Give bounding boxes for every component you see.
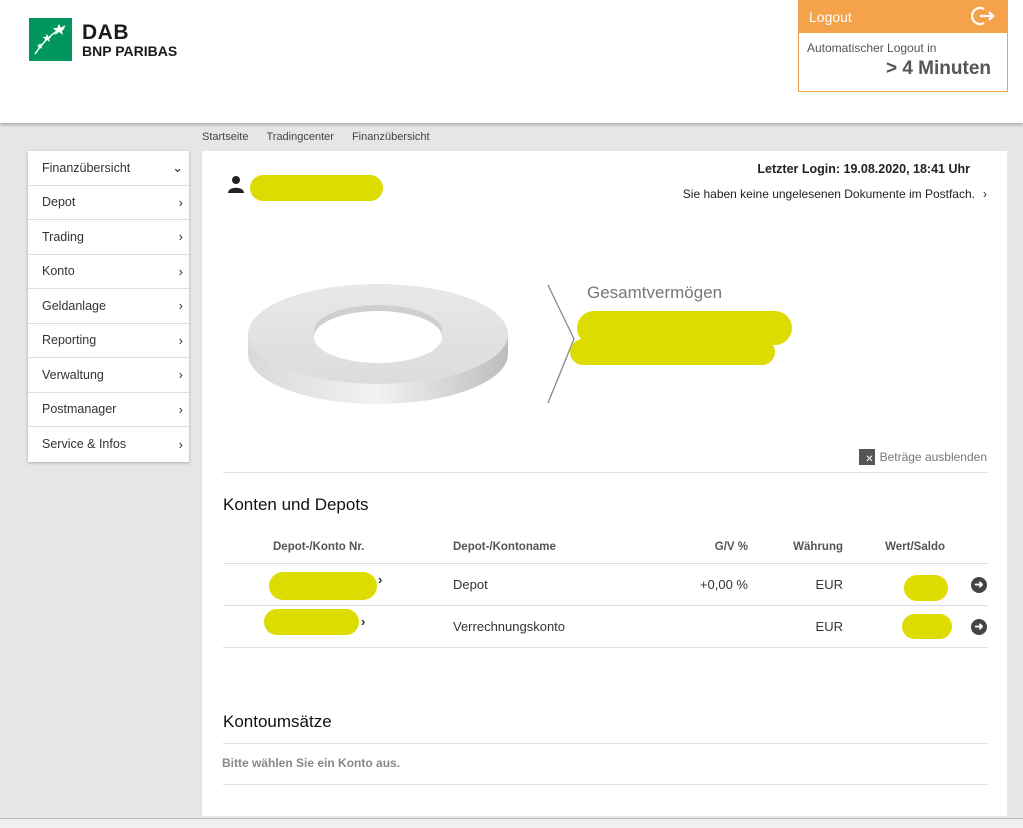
table-row[interactable]: › Verrechnungskonto EUR ➜ bbox=[223, 605, 987, 648]
row-action-cell: ➜ bbox=[953, 563, 987, 606]
redacted-account-number bbox=[264, 608, 359, 635]
postfach-text: Sie haben keine ungelesenen Dokumente im… bbox=[682, 187, 975, 201]
divider bbox=[223, 743, 987, 744]
sidebar-item-label: Konto bbox=[42, 264, 75, 279]
column-header: Depot-/Kontoname bbox=[453, 531, 653, 564]
sidebar-item-service-infos[interactable]: Service & Infos › bbox=[28, 427, 189, 462]
chevron-down-icon: ⌄ bbox=[172, 159, 183, 175]
hide-amounts-toggle[interactable]: ✕ Beträge ausblenden bbox=[858, 449, 987, 465]
brand-name: DAB bbox=[82, 20, 129, 44]
breadcrumb-tradingcenter[interactable]: Tradingcenter bbox=[266, 131, 333, 143]
redacted-value bbox=[904, 574, 948, 601]
chevron-right-icon: › bbox=[378, 571, 383, 587]
brand-subname: BNP PARIBAS bbox=[82, 42, 178, 59]
sidebar-item-konto[interactable]: Konto › bbox=[28, 255, 189, 289]
chevron-right-icon: › bbox=[178, 332, 183, 348]
redacted-value bbox=[902, 613, 952, 639]
column-header: Depot-/Konto Nr. bbox=[223, 531, 453, 564]
chevron-right-icon: › bbox=[178, 401, 183, 417]
breadcrumb-finanzuebersicht[interactable]: Finanzübersicht bbox=[352, 131, 430, 143]
sidebar-item-label: Trading bbox=[42, 229, 84, 244]
dab-logo[interactable]: DAB BNP PARIBAS bbox=[29, 18, 177, 61]
user-icon bbox=[227, 175, 245, 198]
sidebar-item-label: Depot bbox=[42, 195, 76, 210]
sidebar-item-label: Geldanlage bbox=[42, 298, 106, 313]
gv-cell bbox=[653, 605, 748, 648]
chevron-right-icon: › bbox=[178, 298, 183, 314]
account-number-cell[interactable]: › bbox=[223, 605, 453, 648]
account-name-cell: Verrechnungskonto bbox=[453, 605, 653, 648]
taskbar-strip bbox=[0, 818, 1023, 828]
sidebar-item-depot[interactable]: Depot › bbox=[28, 186, 189, 220]
redacted-total-value-2 bbox=[570, 339, 775, 365]
sidebar-item-label: Reporting bbox=[42, 333, 97, 348]
auto-logout-time: > 4 Minuten bbox=[885, 58, 991, 79]
chevron-right-icon: › bbox=[361, 613, 366, 629]
column-header: Wert/Saldo bbox=[843, 531, 953, 564]
chevron-right-icon: › bbox=[178, 194, 183, 210]
no-account-message: Bitte wählen Sie ein Konto aus. bbox=[222, 756, 401, 770]
column-header-empty bbox=[953, 531, 987, 564]
currency-cell: EUR bbox=[748, 605, 843, 648]
header: DAB BNP PARIBAS Logout Automatischer Log… bbox=[0, 0, 1023, 123]
redacted-account-number bbox=[269, 571, 377, 600]
chevron-right-icon: › bbox=[178, 436, 183, 452]
breadcrumb-startseite[interactable]: Startseite bbox=[202, 131, 248, 143]
value-cell bbox=[843, 605, 953, 648]
hide-amounts-icon: ✕ bbox=[858, 449, 875, 465]
chevron-right-icon: › bbox=[178, 367, 183, 383]
sidebar-item-postmanager[interactable]: Postmanager › bbox=[28, 393, 189, 427]
account-name-cell: Depot bbox=[453, 563, 653, 606]
account-number-cell[interactable]: › bbox=[223, 563, 453, 606]
chevron-right-icon: › bbox=[983, 187, 987, 201]
arrow-right-circle-icon[interactable]: ➜ bbox=[971, 618, 987, 635]
sidebar-item-reporting[interactable]: Reporting › bbox=[28, 324, 189, 358]
gesamtvermoegen-label: Gesamtvermögen bbox=[587, 283, 723, 302]
column-header: G/V % bbox=[653, 531, 748, 564]
sidebar-item-trading[interactable]: Trading › bbox=[28, 220, 189, 255]
column-header: Währung bbox=[748, 531, 843, 564]
logout-label: Logout bbox=[809, 9, 852, 25]
divider bbox=[223, 472, 987, 473]
bnp-stars-icon bbox=[29, 18, 72, 61]
value-cell bbox=[843, 563, 953, 606]
sidebar-item-label: Finanzübersicht bbox=[42, 160, 131, 175]
auto-logout-label: Automatischer Logout in bbox=[807, 41, 937, 55]
arrow-right-circle-icon[interactable]: ➜ bbox=[971, 576, 987, 593]
sidebar-item-geldanlage[interactable]: Geldanlage › bbox=[28, 289, 189, 324]
breadcrumb: Startseite Tradingcenter Finanzübersicht bbox=[202, 131, 430, 143]
last-login: Letzter Login: 19.08.2020, 18:41 Uhr bbox=[757, 162, 970, 176]
sidebar-item-verwaltung[interactable]: Verwaltung › bbox=[28, 358, 189, 393]
gv-cell: +0,00 % bbox=[653, 563, 748, 606]
postfach-link[interactable]: Sie haben keine ungelesenen Dokumente im… bbox=[683, 187, 987, 201]
logout-button[interactable]: Logout bbox=[799, 1, 1007, 33]
transactions-title: Kontoumsätze bbox=[223, 712, 332, 731]
chevron-right-icon: › bbox=[178, 229, 183, 245]
row-action-cell: ➜ bbox=[953, 605, 987, 648]
table-header-row: Depot-/Konto Nr. Depot-/Kontoname G/V % … bbox=[223, 531, 987, 564]
sidebar-item-finanzuebersicht[interactable]: Finanzübersicht ⌄ bbox=[28, 151, 189, 186]
accounts-title: Konten und Depots bbox=[223, 495, 369, 514]
main-panel: Letzter Login: 19.08.2020, 18:41 Uhr Sie… bbox=[202, 151, 1007, 816]
sidebar-item-label: Verwaltung bbox=[42, 367, 104, 382]
logout-panel: Logout Automatischer Logout in > 4 Minut… bbox=[798, 0, 1008, 92]
sidebar-nav: Finanzübersicht ⌄ Depot › Trading › Kont… bbox=[28, 151, 189, 462]
table-row[interactable]: › Depot +0,00 % EUR ➜ bbox=[223, 563, 987, 606]
currency-cell: EUR bbox=[748, 563, 843, 606]
logout-icon bbox=[969, 5, 995, 30]
accounts-table: Depot-/Konto Nr. Depot-/Kontoname G/V % … bbox=[223, 531, 987, 648]
sidebar-item-label: Postmanager bbox=[42, 402, 117, 417]
divider bbox=[223, 784, 987, 785]
sidebar-item-label: Service & Infos bbox=[42, 437, 127, 452]
redacted-user-name bbox=[250, 175, 383, 201]
hide-amounts-label: Beträge ausblenden bbox=[879, 450, 987, 464]
chevron-right-icon: › bbox=[178, 263, 183, 279]
